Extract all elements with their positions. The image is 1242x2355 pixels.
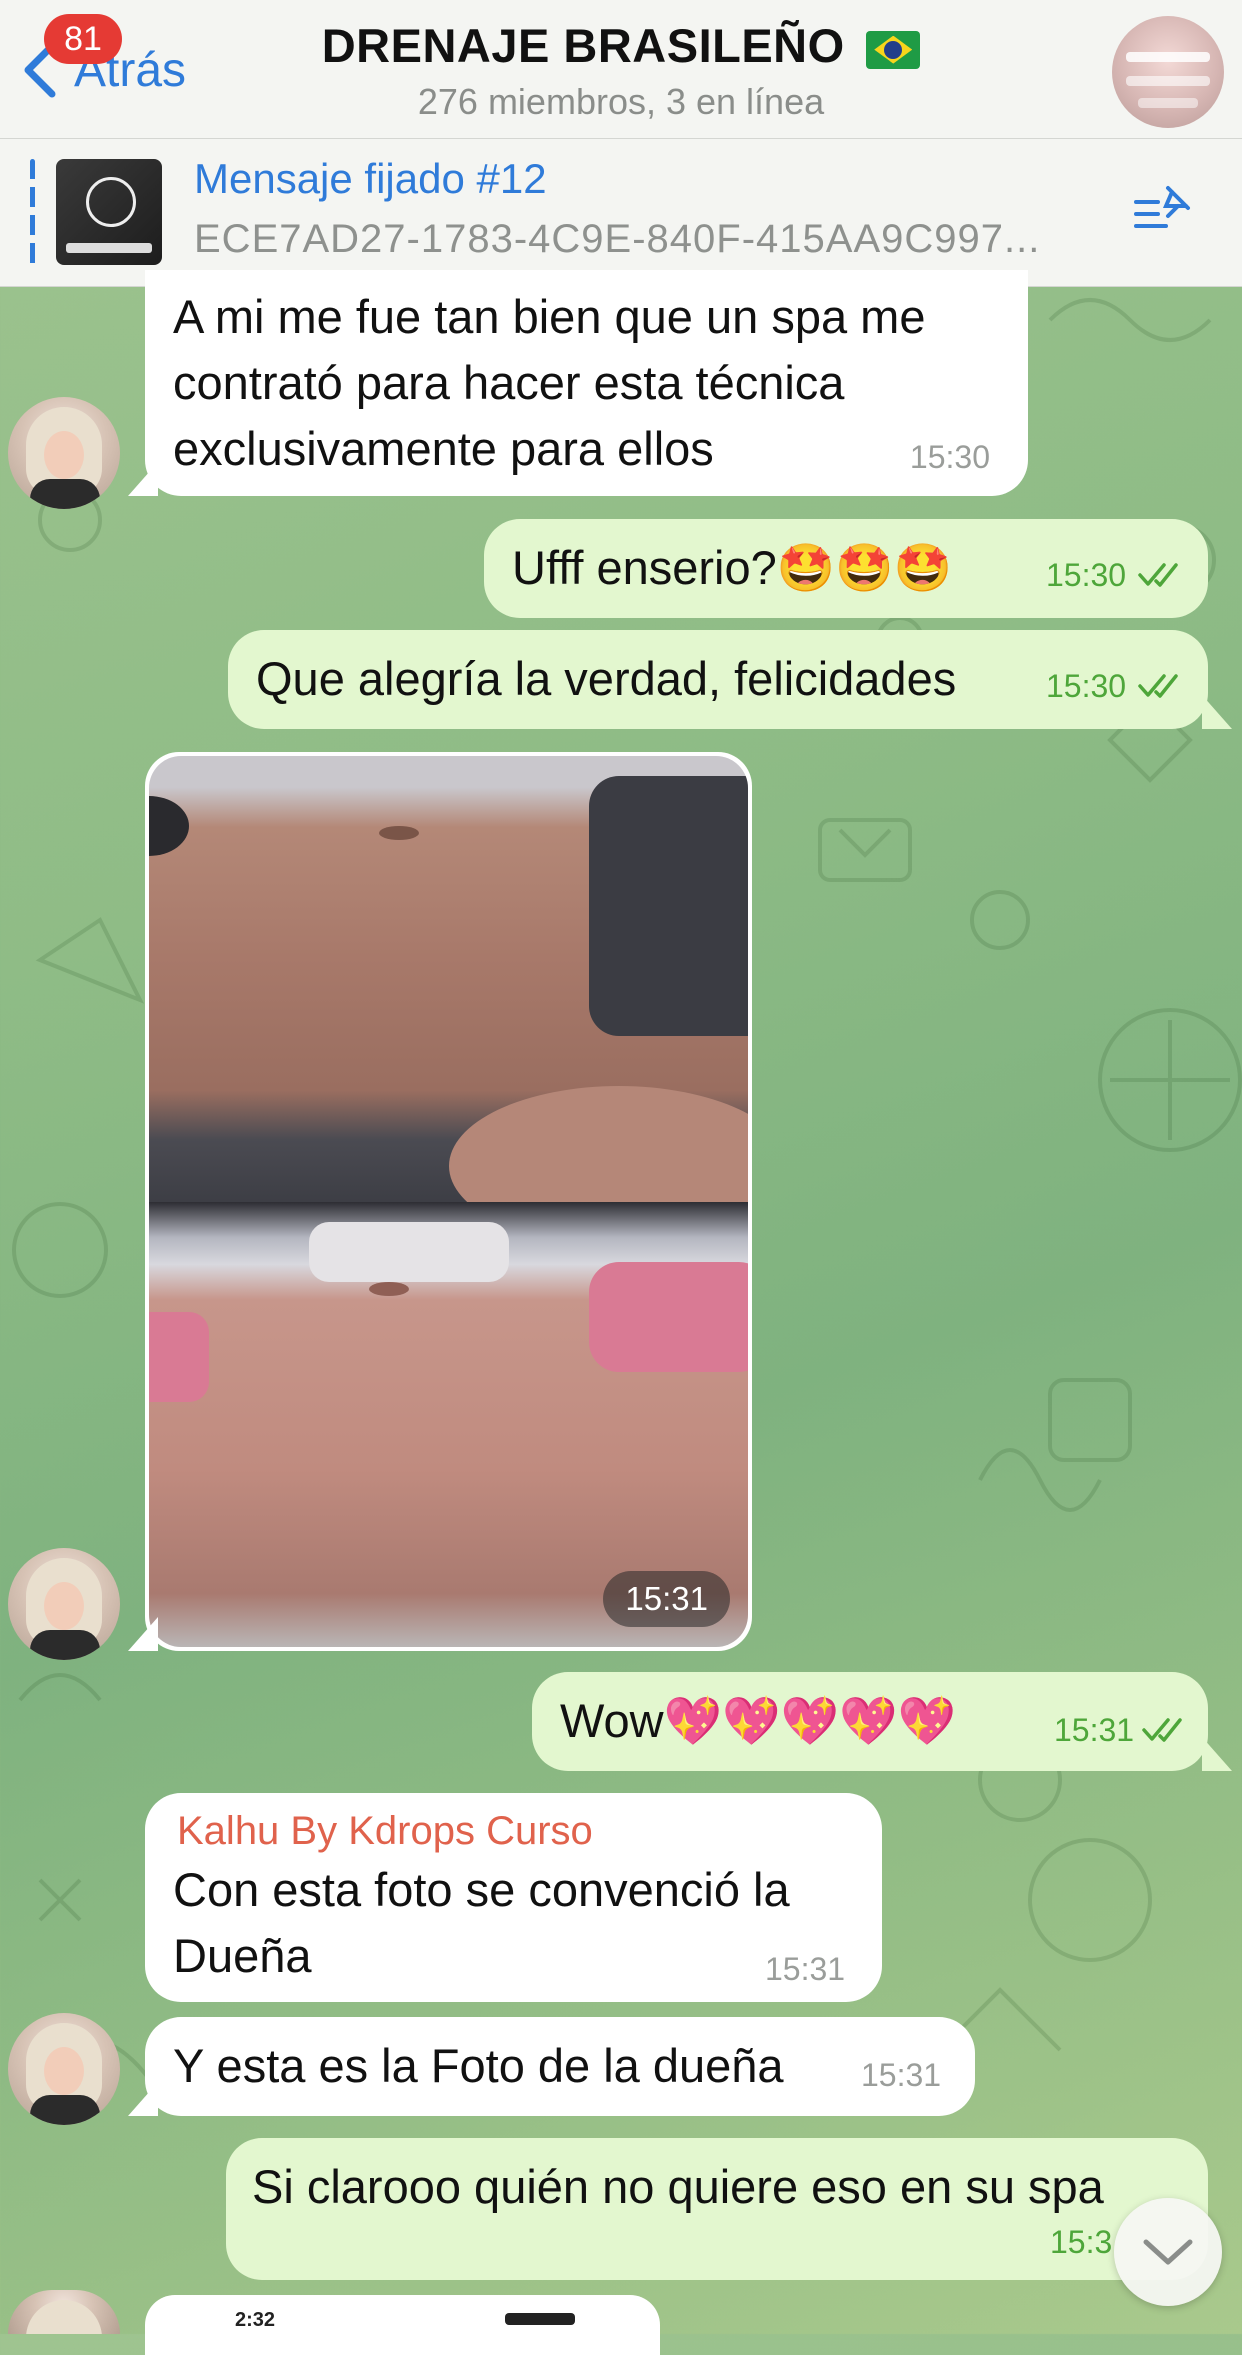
bubble-tail: [128, 462, 158, 496]
pinned-message-bar[interactable]: Mensaje fijado #12 ECE7AD27-1783-4C9E-84…: [0, 139, 1242, 287]
unread-count-badge: 81: [44, 14, 122, 64]
brazil-flag-icon: [866, 30, 921, 69]
double-check-icon: [1138, 674, 1178, 698]
sender-avatar[interactable]: [8, 2290, 120, 2334]
incoming-message[interactable]: Y esta es la Foto de la dueña 15:31: [145, 2017, 975, 2116]
chat-title: DRENAJE BRASILEÑO: [250, 18, 992, 73]
incoming-message[interactable]: A mi me fue tan bien que un spa me contr…: [145, 270, 1028, 496]
outgoing-message[interactable]: Si clarooo quién no quiere eso en su spa…: [226, 2138, 1208, 2280]
pinned-list-icon[interactable]: [1132, 182, 1196, 238]
photo-image[interactable]: [149, 756, 748, 1202]
double-check-icon: [1142, 1718, 1182, 1742]
pinned-indicator: [30, 159, 35, 267]
outgoing-message[interactable]: Wow💖💖💖💖💖 15:31: [532, 1672, 1208, 1771]
sender-avatar[interactable]: [8, 2013, 120, 2125]
photo-time: 15:31: [603, 1571, 730, 1627]
member-count: 276 miembros, 3 en línea: [417, 81, 825, 122]
group-avatar[interactable]: [1112, 16, 1224, 128]
photo-message-preview[interactable]: 2:32: [145, 2295, 660, 2355]
chevron-down-icon: [1143, 2239, 1193, 2265]
message-time: 15:30: [1046, 557, 1127, 593]
message-text-line: Con esta foto se convenció la: [173, 1863, 790, 1916]
scroll-to-bottom-button[interactable]: [1114, 2198, 1222, 2306]
message-text: Wow💖💖💖💖💖: [560, 1694, 957, 1747]
message-text-line: A mi me fue tan bien que un spa me: [173, 290, 926, 343]
message-time: 15:31: [765, 1951, 846, 1987]
message-time: 15:30: [909, 439, 990, 475]
chat-title-text: DRENAJE BRASILEÑO: [321, 19, 845, 72]
chat-title-area[interactable]: DRENAJE BRASILEÑO 276 miembros, 3 en lín…: [250, 18, 992, 123]
message-time: 15:3: [1050, 2224, 1113, 2260]
message-text-line: contrató para hacer esta técnica: [173, 356, 845, 409]
outgoing-message[interactable]: Que alegría la verdad, felicidades 15:30: [228, 630, 1208, 729]
message-text: Si clarooo quién no quiere eso en su spa: [252, 2160, 1104, 2213]
pinned-text: ECE7AD27-1783-4C9E-840F-415AA9C997...: [194, 217, 1041, 261]
screenshot-clock: 2:32: [235, 2309, 276, 2331]
message-text: Ufff enserio?🤩🤩🤩: [512, 541, 953, 594]
photo-message[interactable]: 15:31: [145, 752, 752, 1651]
sender-name[interactable]: Kalhu By Kdrops Curso: [177, 1809, 593, 1854]
status-icons: [505, 2313, 575, 2325]
message-text: Que alegría la verdad, felicidades: [256, 652, 957, 705]
incoming-message[interactable]: Kalhu By Kdrops Curso Con esta foto se c…: [145, 1793, 882, 2002]
pinned-thumbnail: [56, 159, 162, 265]
message-text: Y esta es la Foto de la dueña: [173, 2039, 784, 2092]
pinned-title: Mensaje fijado #12: [194, 155, 547, 202]
sender-avatar[interactable]: [8, 1548, 120, 1660]
message-time: 15:31: [1054, 1712, 1135, 1748]
message-text-line: exclusivamente para ellos: [173, 422, 714, 475]
sender-avatar[interactable]: [8, 397, 120, 509]
bubble-tail: [128, 2082, 158, 2116]
outgoing-message[interactable]: Ufff enserio?🤩🤩🤩 15:30: [484, 519, 1208, 618]
double-check-icon: [1138, 563, 1178, 587]
chat-header: Atrás 81 DRENAJE BRASILEÑO 276 miembros,…: [0, 0, 1242, 139]
message-time: 15:31: [861, 2057, 942, 2093]
message-time: 15:30: [1046, 668, 1127, 704]
